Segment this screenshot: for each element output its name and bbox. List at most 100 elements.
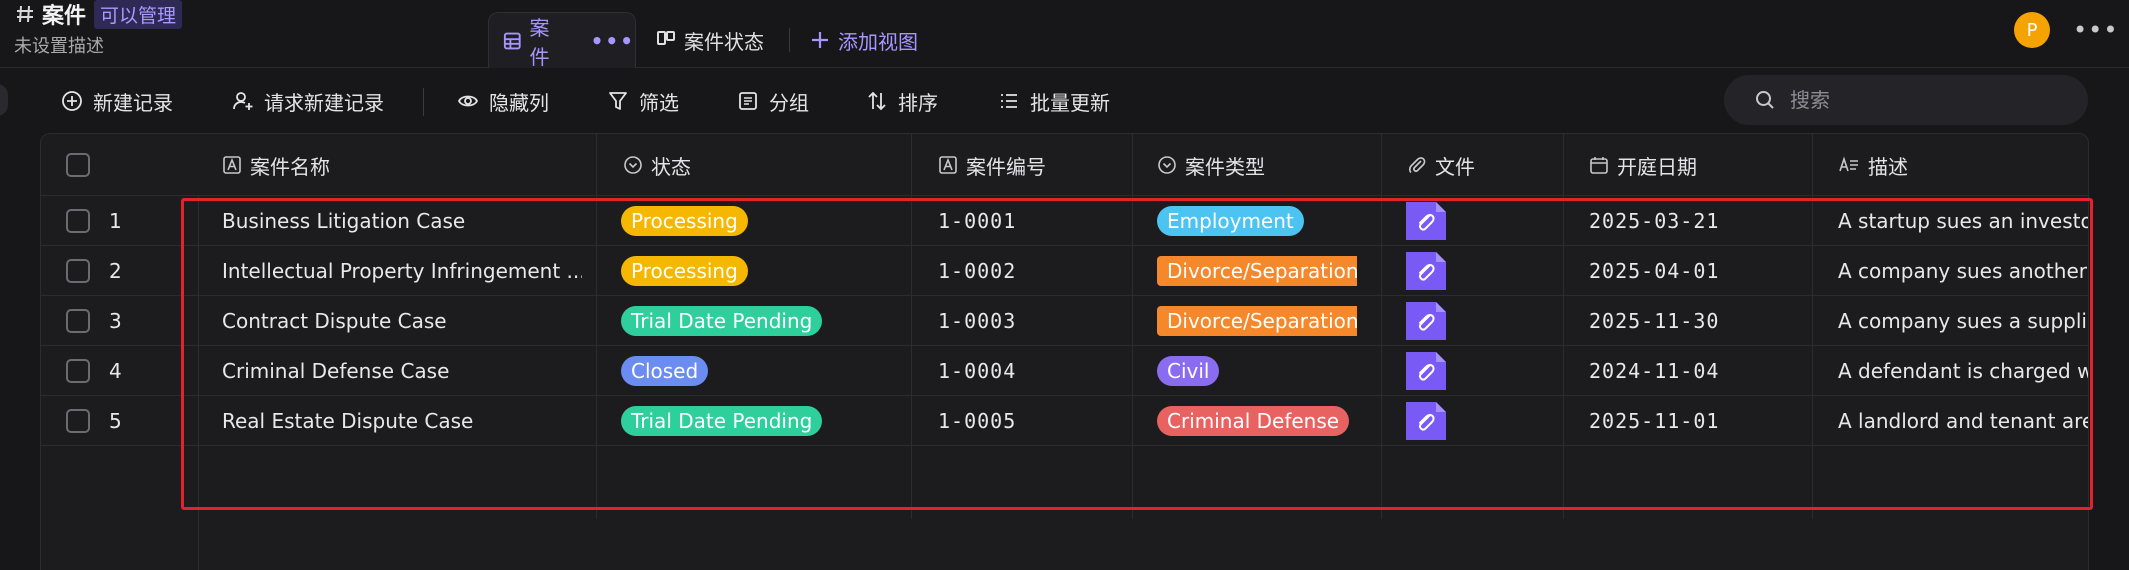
status-cell[interactable]: Trial Date Pending	[621, 396, 823, 446]
case-type-cell[interactable]: Employment	[1157, 196, 1304, 246]
bulk-update-button[interactable]: 批量更新	[998, 86, 1110, 116]
file-cell[interactable]	[1406, 396, 1446, 446]
description-cell[interactable]: A startup sues an investor	[1838, 196, 2088, 246]
select-all-checkbox[interactable]	[66, 153, 90, 177]
status-cell[interactable]: Processing	[621, 196, 748, 246]
sort-button[interactable]: 排序	[866, 86, 938, 116]
case-type-cell[interactable]: Divorce/Separation	[1157, 296, 1357, 346]
tab-more-button[interactable]: •••	[591, 29, 635, 53]
column-header-type[interactable]: 案件类型	[1157, 134, 1265, 196]
case-number-cell[interactable]: 1-0004	[938, 346, 1016, 396]
table-row[interactable]: 3 Contract Dispute Case Trial Date Pendi…	[41, 296, 2088, 346]
filter-button[interactable]: 筛选	[607, 86, 679, 116]
file-cell[interactable]	[1406, 346, 1446, 396]
request-new-record-button[interactable]: 请求新建记录	[232, 86, 384, 116]
file-cell[interactable]	[1406, 246, 1446, 296]
table-row[interactable]: 2 Intellectual Property Infringement ...…	[41, 246, 2088, 296]
kanban-view-icon	[657, 31, 675, 45]
column-header-file[interactable]: 文件	[1407, 134, 1475, 196]
row-checkbox-cell[interactable]	[66, 246, 90, 296]
attachment-file-icon[interactable]	[1406, 202, 1446, 240]
status-tag: Trial Date Pending	[621, 406, 823, 436]
select-all-checkbox-cell[interactable]	[66, 134, 90, 196]
table-row[interactable]: 4 Criminal Defense Case Closed 1-0004 Ci…	[41, 346, 2088, 396]
more-options-button[interactable]: •••	[2073, 16, 2118, 44]
new-record-button[interactable]: 新建记录	[61, 86, 173, 116]
hide-columns-button[interactable]: 隐藏列	[457, 86, 549, 116]
attachment-file-icon[interactable]	[1406, 352, 1446, 390]
eye-icon	[457, 95, 479, 107]
avatar[interactable]: P	[2014, 12, 2050, 48]
case-name-cell[interactable]: Business Litigation Case	[222, 196, 582, 246]
list-icon	[1001, 94, 1017, 108]
new-record-label: 新建记录	[93, 90, 173, 115]
case-name-cell[interactable]: Criminal Defense Case	[222, 346, 582, 396]
status-tag: Closed	[621, 356, 709, 386]
status-cell[interactable]: Trial Date Pending	[621, 296, 823, 346]
row-checkbox[interactable]	[66, 409, 90, 433]
case-type-cell[interactable]: Criminal Defense	[1157, 396, 1350, 446]
file-cell[interactable]	[1406, 296, 1446, 346]
select-field-icon	[624, 156, 642, 174]
description-cell[interactable]: A landlord and tenant are i	[1838, 396, 2088, 446]
file-cell[interactable]	[1406, 196, 1446, 246]
case-name-cell[interactable]: Contract Dispute Case	[222, 296, 582, 346]
page-description[interactable]: 未设置描述	[14, 32, 104, 58]
column-label: 案件编号	[966, 154, 1046, 179]
trial-date-cell[interactable]: 2025-11-30	[1589, 296, 1719, 346]
attachment-file-icon[interactable]	[1406, 402, 1446, 440]
sidebar-toggle[interactable]	[0, 84, 8, 116]
tab-cases[interactable]: 案件 •••	[488, 12, 636, 69]
column-label: 案件类型	[1185, 154, 1265, 179]
status-cell[interactable]: Processing	[621, 246, 748, 296]
search-input[interactable]	[1790, 88, 2050, 112]
group-label: 分组	[769, 90, 809, 115]
row-index: 1	[109, 209, 122, 233]
title-row: 案件 可以管理	[14, 0, 183, 29]
case-number-cell[interactable]: 1-0001	[938, 196, 1016, 246]
attachment-file-icon[interactable]	[1406, 302, 1446, 340]
column-header-description[interactable]: 描述	[1838, 134, 1908, 196]
trial-date-cell[interactable]: 2024-11-04	[1589, 346, 1719, 396]
row-checkbox[interactable]	[66, 259, 90, 283]
add-view-button[interactable]: 添加视图	[810, 12, 918, 68]
status-tag: Processing	[621, 206, 748, 236]
app-header: 案件 可以管理 未设置描述 案件 ••• 案件状态 添加视图 P •••	[0, 0, 2129, 69]
row-checkbox-cell[interactable]	[66, 396, 90, 446]
description-cell[interactable]: A company sues another f	[1838, 246, 2088, 296]
table-row[interactable]: 5 Real Estate Dispute Case Trial Date Pe…	[41, 396, 2088, 446]
description-cell[interactable]: A defendant is charged wi	[1838, 346, 2088, 396]
group-icon	[739, 92, 757, 110]
column-header-number[interactable]: 案件编号	[938, 134, 1046, 196]
column-header-status[interactable]: 状态	[623, 134, 691, 196]
trial-date-cell[interactable]: 2025-04-01	[1589, 246, 1719, 296]
row-checkbox[interactable]	[66, 309, 90, 333]
search-box[interactable]	[1724, 75, 2088, 125]
row-checkbox[interactable]	[66, 209, 90, 233]
row-checkbox-cell[interactable]	[66, 296, 90, 346]
row-checkbox-cell[interactable]	[66, 346, 90, 396]
trial-date-cell[interactable]: 2025-11-01	[1589, 396, 1719, 446]
column-header-name[interactable]: 案件名称	[222, 134, 330, 196]
table-row[interactable]: 1 Business Litigation Case Processing 1-…	[41, 196, 2088, 246]
trial-date-cell[interactable]: 2025-03-21	[1589, 196, 1719, 246]
row-checkbox-cell[interactable]	[66, 196, 90, 246]
permission-badge[interactable]: 可以管理	[94, 0, 183, 29]
case-number-cell[interactable]: 1-0005	[938, 396, 1016, 446]
status-cell[interactable]: Closed	[621, 346, 709, 396]
case-number-cell[interactable]: 1-0002	[938, 246, 1016, 296]
column-label: 案件名称	[250, 154, 330, 179]
case-type-cell[interactable]: Divorce/Separation	[1157, 246, 1357, 296]
row-checkbox[interactable]	[66, 359, 90, 383]
column-header-date[interactable]: 开庭日期	[1589, 134, 1697, 196]
attachment-file-icon[interactable]	[1406, 252, 1446, 290]
tab-label: 案件状态	[684, 29, 764, 54]
case-number-cell[interactable]: 1-0003	[938, 296, 1016, 346]
column-label: 状态	[651, 154, 691, 179]
group-button[interactable]: 分组	[737, 86, 809, 116]
tab-case-status[interactable]: 案件状态	[656, 12, 764, 68]
case-name-cell[interactable]: Real Estate Dispute Case	[222, 396, 582, 446]
case-name-cell[interactable]: Intellectual Property Infringement ...	[222, 246, 582, 296]
case-type-cell[interactable]: Civil	[1157, 346, 1220, 396]
description-cell[interactable]: A company sues a supplie	[1838, 296, 2088, 346]
